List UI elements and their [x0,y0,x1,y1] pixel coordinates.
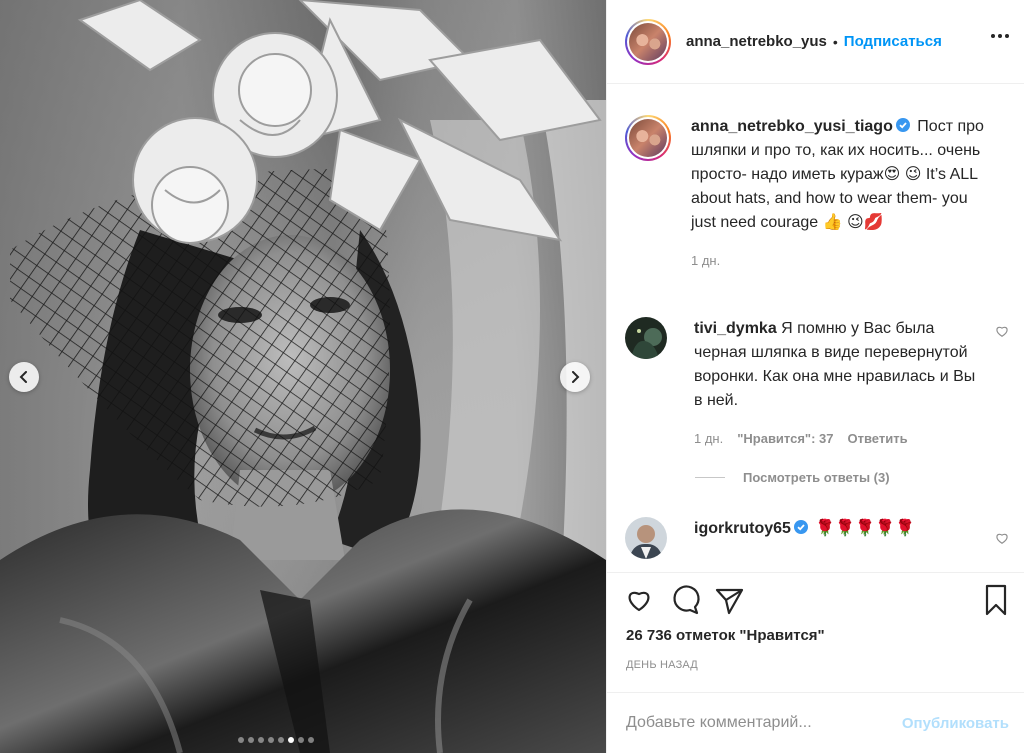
commenter-avatar[interactable] [625,517,667,559]
post-details-pane: anna_netrebko_yus • Подписаться anna_net… [606,0,1024,753]
comment-username[interactable]: tivi_dymka [694,320,777,337]
author-username[interactable]: anna_netrebko_yus [686,33,827,50]
comment-item: tivi_dymka Я помню у Вас была черная шля… [625,317,1015,451]
follow-button[interactable]: Подписаться [844,33,942,50]
carousel-indicator [238,737,314,743]
reply-button[interactable]: Ответить [848,427,908,451]
comment-username[interactable]: igorkrutoy65 [694,520,791,537]
publish-button[interactable]: Опубликовать [902,715,1009,732]
like-heart-icon[interactable] [622,583,656,617]
avatar-photo [629,22,667,61]
post-header: anna_netrebko_yus • Подписаться [607,0,1024,84]
carousel-dot [278,737,284,743]
comment-body: igorkrutoy65 🌹🌹🌹🌹🌹 [694,517,982,559]
comment-input[interactable] [626,714,902,732]
share-paper-plane-icon[interactable] [712,583,746,617]
caption-time[interactable]: 1 дн. [691,249,991,273]
avatar-frame [627,117,669,159]
verified-badge-icon [895,118,910,132]
next-slide-button[interactable] [560,362,590,392]
like-comment-heart-icon[interactable] [995,324,1009,338]
replies-divider [695,477,725,478]
carousel-dot [308,737,314,743]
comment-item: igorkrutoy65 🌹🌹🌹🌹🌹 [625,517,1015,559]
avatar-photo [629,119,667,157]
caption-username[interactable]: anna_netrebko_yusi_tiago [691,118,893,135]
avatar-photo [625,517,667,559]
comments-list[interactable]: anna_netrebko_yusi_tiago Пост про шляпки… [607,85,1024,572]
commenter-avatar[interactable] [625,317,667,359]
comment-time[interactable]: 1 дн. [694,427,723,451]
comment-text: 🌹🌹🌹🌹🌹 [815,520,915,537]
posted-time[interactable]: ДЕНЬ НАЗАД [626,659,698,671]
photo-illustration [0,0,606,753]
chevron-right-icon [572,371,580,383]
view-replies-button[interactable]: Посмотреть ответы (3) [695,470,890,485]
carousel-dot [258,737,264,743]
save-bookmark-icon[interactable] [979,583,1013,617]
view-replies-label: Посмотреть ответы (3) [743,470,890,485]
separator-dot: • [832,33,838,50]
carousel-dot [298,737,304,743]
carousel-dot [288,737,294,743]
verified-badge-icon [793,520,808,534]
carousel-dot [238,737,244,743]
caption-body: anna_netrebko_yusi_tiago Пост про шляпки… [691,115,991,273]
avatar-frame [627,20,669,63]
instagram-post: anna_netrebko_yus • Подписаться anna_net… [0,0,1024,753]
comment-body: tivi_dymka Я помню у Вас была черная шля… [694,317,982,451]
caption-avatar[interactable] [625,115,671,161]
post-photo[interactable] [0,0,606,753]
comment-meta: 1 дн. "Нравится": 37 Ответить [694,427,982,451]
action-bar: 26 736 отметок "Нравится" ДЕНЬ НАЗАД [607,572,1024,692]
add-comment-bar: Опубликовать [607,692,1024,753]
more-options-icon[interactable] [991,34,1009,38]
likes-count[interactable]: 26 736 отметок "Нравится" [626,627,825,644]
comment-likes[interactable]: "Нравится": 37 [737,427,833,451]
carousel-dot [248,737,254,743]
previous-slide-button[interactable] [9,362,39,392]
carousel-dot [268,737,274,743]
avatar-photo [625,317,667,359]
like-comment-heart-icon[interactable] [995,531,1009,545]
comment-bubble-icon[interactable] [667,583,701,617]
caption: anna_netrebko_yusi_tiago Пост про шляпки… [625,115,1005,273]
author-avatar[interactable] [625,18,671,65]
chevron-left-icon [19,371,27,383]
